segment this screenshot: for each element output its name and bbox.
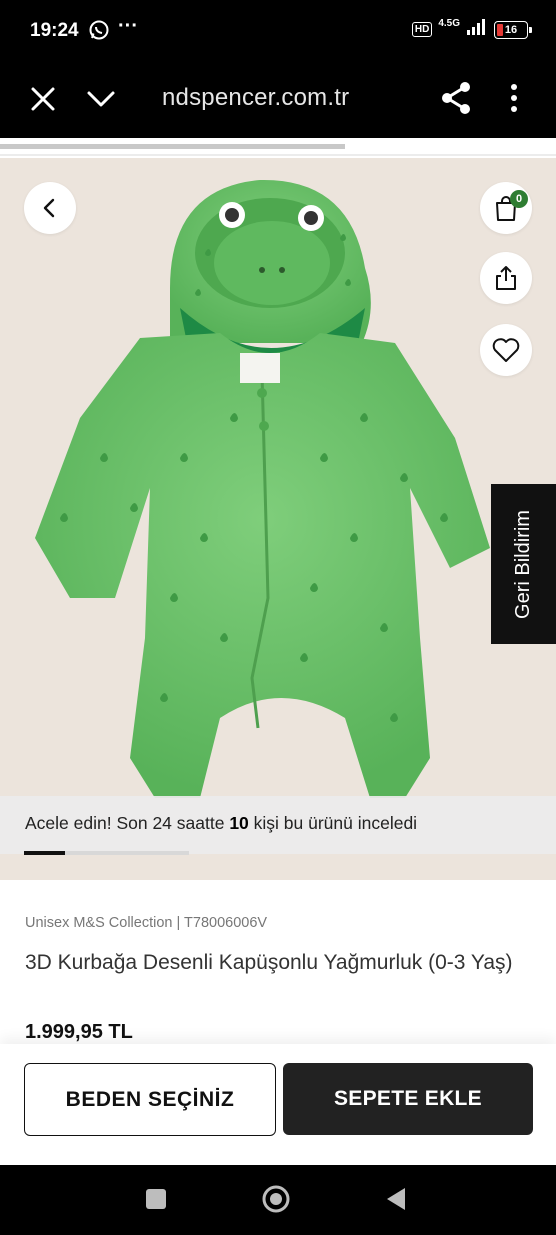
add-to-cart-button[interactable]: SEPETE EKLE (283, 1063, 533, 1135)
network-type: 4.5G (438, 18, 460, 29)
system-nav-bar (0, 1165, 556, 1235)
upload-icon (496, 266, 516, 290)
battery-level: 16 (504, 23, 518, 36)
whatsapp-icon (88, 19, 110, 46)
urgency-count: 10 (229, 813, 249, 833)
cart-count-badge: 0 (510, 190, 528, 208)
more-vertical-icon[interactable] (504, 82, 524, 114)
product-image[interactable]: 0 Geri Bildirim Acele edin! Son 24 saatt… (0, 158, 556, 880)
home-icon[interactable] (261, 1184, 291, 1214)
heart-icon (492, 338, 520, 362)
signal-icon (466, 18, 488, 41)
url-field[interactable]: ndspencer.com.tr (162, 84, 349, 112)
feedback-tab[interactable]: Geri Bildirim (491, 484, 556, 644)
select-size-button[interactable]: BEDEN SEÇİNİZ (24, 1063, 276, 1136)
back-icon (43, 198, 55, 218)
action-bar: BEDEN SEÇİNİZ SEPETE EKLE (0, 1044, 556, 1165)
nav-back-icon[interactable] (385, 1186, 407, 1212)
urgency-prefix: Acele edin! Son 24 saatte (25, 813, 230, 833)
favorite-button[interactable] (480, 324, 532, 376)
share-icon[interactable] (440, 80, 472, 116)
chevron-down-icon[interactable] (86, 84, 116, 114)
battery-icon: 16 (494, 20, 532, 39)
status-bar: 19:24 ··· HD 4.5G 16 (0, 0, 556, 62)
product-meta: Unisex M&S Collection | T78006006V (25, 915, 268, 931)
status-time: 19:24 (30, 20, 79, 41)
gallery-indicator (24, 851, 66, 855)
hd-badge: HD (411, 22, 433, 37)
product-price: 1.999,95 TL (25, 1021, 133, 1043)
cart-button[interactable]: 0 (480, 182, 532, 234)
share-product-button[interactable] (480, 252, 532, 304)
product-title: 3D Kurbağa Desenli Kapüşonlu Yağmurluk (… (25, 951, 513, 974)
notification-more-icon: ··· (118, 15, 138, 37)
back-button[interactable] (24, 182, 76, 234)
divider (0, 154, 556, 156)
close-icon[interactable] (28, 84, 58, 114)
raincoat-illustration (35, 179, 490, 798)
browser-toolbar: ndspencer.com.tr (0, 62, 556, 138)
status-indicators: HD 4.5G 16 (411, 18, 532, 41)
feedback-label: Geri Bildirim (512, 509, 534, 619)
page-load-progress (0, 144, 345, 149)
urgency-text: Acele edin! Son 24 saatte 10 kişi bu ürü… (25, 813, 417, 834)
recents-icon[interactable] (146, 1189, 166, 1209)
urgency-banner: Acele edin! Son 24 saatte 10 kişi bu ürü… (0, 796, 556, 854)
urgency-suffix: kişi bu ürünü inceledi (248, 813, 418, 833)
